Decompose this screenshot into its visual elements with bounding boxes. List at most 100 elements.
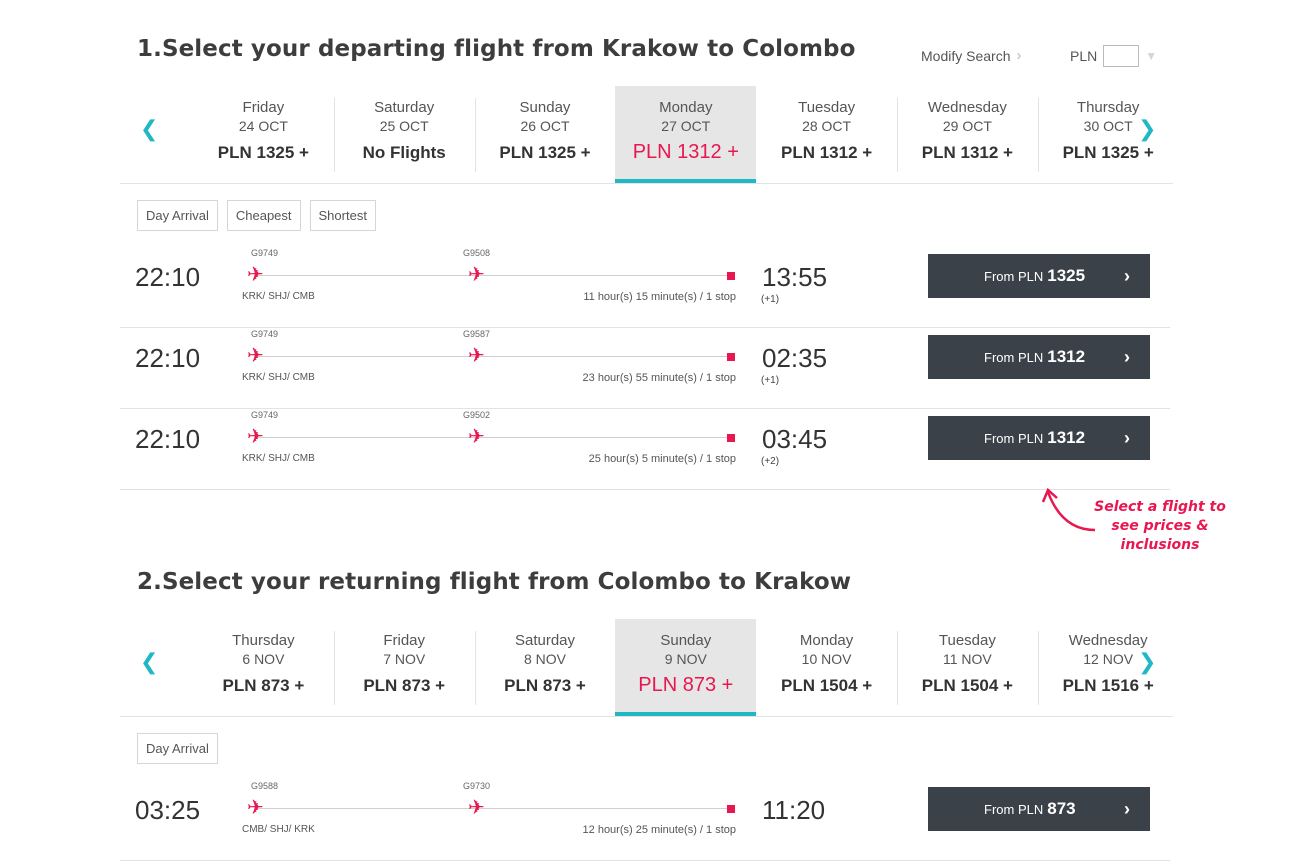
day-name: Monday bbox=[799, 632, 854, 649]
airport-codes: KRK/ SHJ/ CMB bbox=[242, 453, 315, 464]
modify-search-link[interactable]: Modify Search › bbox=[921, 47, 1021, 64]
next-dates-button[interactable]: ❯ bbox=[1138, 116, 1157, 141]
destination-marker bbox=[727, 434, 735, 442]
filter-chip[interactable]: Day Arrival bbox=[137, 733, 218, 764]
chevron-right-icon: ❯ bbox=[1138, 649, 1157, 674]
flight-duration: 11 hour(s) 15 minute(s) / 1 stop bbox=[583, 291, 736, 303]
day-name: Wednesday bbox=[927, 99, 1007, 116]
date-tab[interactable]: Wednesday 29 OCT PLN 1312 + bbox=[896, 86, 1038, 183]
date-tab[interactable]: Saturday 25 OCT No Flights bbox=[333, 86, 475, 183]
flight-row: 22:10 G9749 G9587 ✈ ✈ KRK/ SHJ/ CMB 23 hour(s)… bbox=[120, 328, 1170, 409]
day-name: Saturday bbox=[514, 632, 576, 649]
filter-chip[interactable]: Cheapest bbox=[226, 200, 301, 231]
day-name: Sunday bbox=[519, 99, 571, 116]
day-name: Tuesday bbox=[938, 632, 996, 649]
prev-dates-button[interactable]: ❮ bbox=[140, 651, 158, 673]
arrival-time: 02:35 bbox=[762, 343, 828, 373]
plane-icon: ✈ bbox=[247, 345, 264, 367]
chevron-right-icon: › bbox=[1124, 265, 1130, 286]
day-price: PLN 1504 + bbox=[921, 676, 1013, 695]
departure-time: 22:10 bbox=[135, 343, 201, 373]
day-price: PLN 873 + bbox=[504, 676, 586, 695]
chevron-left-icon: ❮ bbox=[140, 116, 159, 141]
day-name: Saturday bbox=[374, 99, 435, 116]
day-price: PLN 1325 + bbox=[1062, 143, 1154, 162]
day-price: PLN 1312 + bbox=[780, 143, 873, 162]
date-tab-selected[interactable]: Monday 27 OCT PLN 1312 + bbox=[615, 86, 757, 183]
day-offset: (+2) bbox=[761, 456, 780, 467]
date-tab[interactable]: Friday 24 OCT PLN 1325 + bbox=[193, 86, 334, 183]
flight-number: G9502 bbox=[463, 410, 491, 420]
destination-marker bbox=[727, 272, 735, 280]
currency-selector[interactable]: PLN ▼ bbox=[1070, 45, 1157, 67]
route-line bbox=[255, 808, 732, 809]
day-price: PLN 873 + bbox=[638, 674, 734, 696]
day-name: Friday bbox=[242, 99, 285, 116]
price-prefix: From PLN bbox=[984, 430, 1044, 446]
date-tab[interactable]: Wednesday 12 NOV PLN 1516 + bbox=[1037, 619, 1179, 716]
returning-section-title: 2.Select your returning flight from Colo… bbox=[137, 569, 852, 595]
date-tab-selected[interactable]: Sunday 9 NOV PLN 873 + bbox=[615, 619, 757, 716]
departure-time: 22:10 bbox=[135, 424, 201, 454]
chevron-right-icon: › bbox=[1016, 47, 1022, 64]
airport-codes: CMB/ SHJ/ KRK bbox=[242, 824, 315, 835]
arrival-time: 11:20 bbox=[762, 795, 826, 825]
price-prefix: From PLN bbox=[984, 349, 1044, 365]
day-name: Monday bbox=[659, 99, 713, 116]
price-amount: 1312 bbox=[1047, 347, 1086, 366]
day-date: 11 NOV bbox=[943, 651, 992, 667]
day-name: Tuesday bbox=[798, 99, 856, 116]
flight-duration: 23 hour(s) 55 minute(s) / 1 stop bbox=[582, 372, 736, 384]
select-flight-button[interactable]: From PLN 873 › bbox=[928, 787, 1150, 831]
destination-marker bbox=[727, 353, 735, 361]
date-tab[interactable]: Tuesday 11 NOV PLN 1504 + bbox=[896, 619, 1038, 716]
filter-chip[interactable]: Day Arrival bbox=[137, 200, 218, 231]
filter-chip[interactable]: Shortest bbox=[309, 200, 376, 231]
flight-row: 22:10 G9749 G9508 ✈ ✈ KRK/ SHJ/ CMB 11 hour(s)… bbox=[120, 247, 1170, 328]
day-price: No Flights bbox=[362, 143, 446, 162]
day-price: PLN 1516 + bbox=[1062, 676, 1154, 695]
select-flight-button[interactable]: From PLN 1312 › bbox=[928, 416, 1150, 460]
flight-row: 22:10 G9749 G9502 ✈ ✈ KRK/ SHJ/ CMB 25 hour(s)… bbox=[120, 409, 1170, 490]
day-name: Thursday bbox=[232, 632, 295, 649]
select-flight-button[interactable]: From PLN 1325 › bbox=[928, 254, 1150, 298]
chevron-right-icon: ❯ bbox=[1138, 116, 1157, 141]
date-tab[interactable]: Thursday 6 NOV PLN 873 + bbox=[193, 619, 334, 716]
flight-duration: 12 hour(s) 25 minute(s) / 1 stop bbox=[582, 824, 736, 836]
currency-select-box[interactable] bbox=[1103, 45, 1140, 67]
chevron-down-icon: ▼ bbox=[1145, 49, 1158, 63]
arrival-time: 13:55 bbox=[762, 262, 828, 292]
plane-icon: ✈ bbox=[247, 426, 264, 448]
chevron-right-icon: › bbox=[1124, 346, 1130, 367]
date-tab[interactable]: Tuesday 28 OCT PLN 1312 + bbox=[756, 86, 897, 183]
day-date: 10 NOV bbox=[801, 651, 852, 667]
day-date: 24 OCT bbox=[238, 118, 288, 134]
day-name: Thursday bbox=[1076, 99, 1140, 116]
modify-search-label: Modify Search bbox=[921, 47, 1011, 64]
price-amount: 1312 bbox=[1047, 428, 1086, 447]
next-dates-button[interactable]: ❯ bbox=[1138, 649, 1157, 674]
day-date: 6 NOV bbox=[242, 651, 285, 667]
hint-line: see prices & bbox=[1111, 518, 1209, 534]
price-prefix: From PLN bbox=[984, 801, 1044, 817]
day-price: PLN 1325 + bbox=[499, 143, 591, 162]
day-price: PLN 1312 + bbox=[921, 143, 1013, 162]
date-tab[interactable]: Saturday 8 NOV PLN 873 + bbox=[474, 619, 616, 716]
day-date: 25 OCT bbox=[379, 118, 429, 134]
airport-codes: KRK/ SHJ/ CMB bbox=[242, 372, 315, 383]
price-amount: 1325 bbox=[1047, 266, 1086, 285]
day-date: 9 NOV bbox=[664, 651, 707, 667]
prev-dates-button[interactable]: ❮ bbox=[140, 116, 159, 141]
date-tab[interactable]: Thursday 30 OCT PLN 1325 + bbox=[1037, 86, 1179, 183]
flight-duration: 25 hour(s) 5 minute(s) / 1 stop bbox=[588, 453, 736, 465]
date-tab[interactable]: Friday 7 NOV PLN 873 + bbox=[333, 619, 475, 716]
select-flight-button[interactable]: From PLN 1312 › bbox=[928, 335, 1150, 379]
day-date: 29 OCT bbox=[942, 118, 992, 134]
day-price: PLN 1504 + bbox=[780, 676, 873, 695]
day-date: 7 NOV bbox=[383, 651, 426, 667]
date-tab[interactable]: Sunday 26 OCT PLN 1325 + bbox=[474, 86, 616, 183]
day-name: Friday bbox=[383, 632, 426, 649]
day-date: 8 NOV bbox=[523, 651, 566, 667]
date-tab[interactable]: Monday 10 NOV PLN 1504 + bbox=[756, 619, 897, 716]
plane-icon: ✈ bbox=[468, 264, 485, 286]
